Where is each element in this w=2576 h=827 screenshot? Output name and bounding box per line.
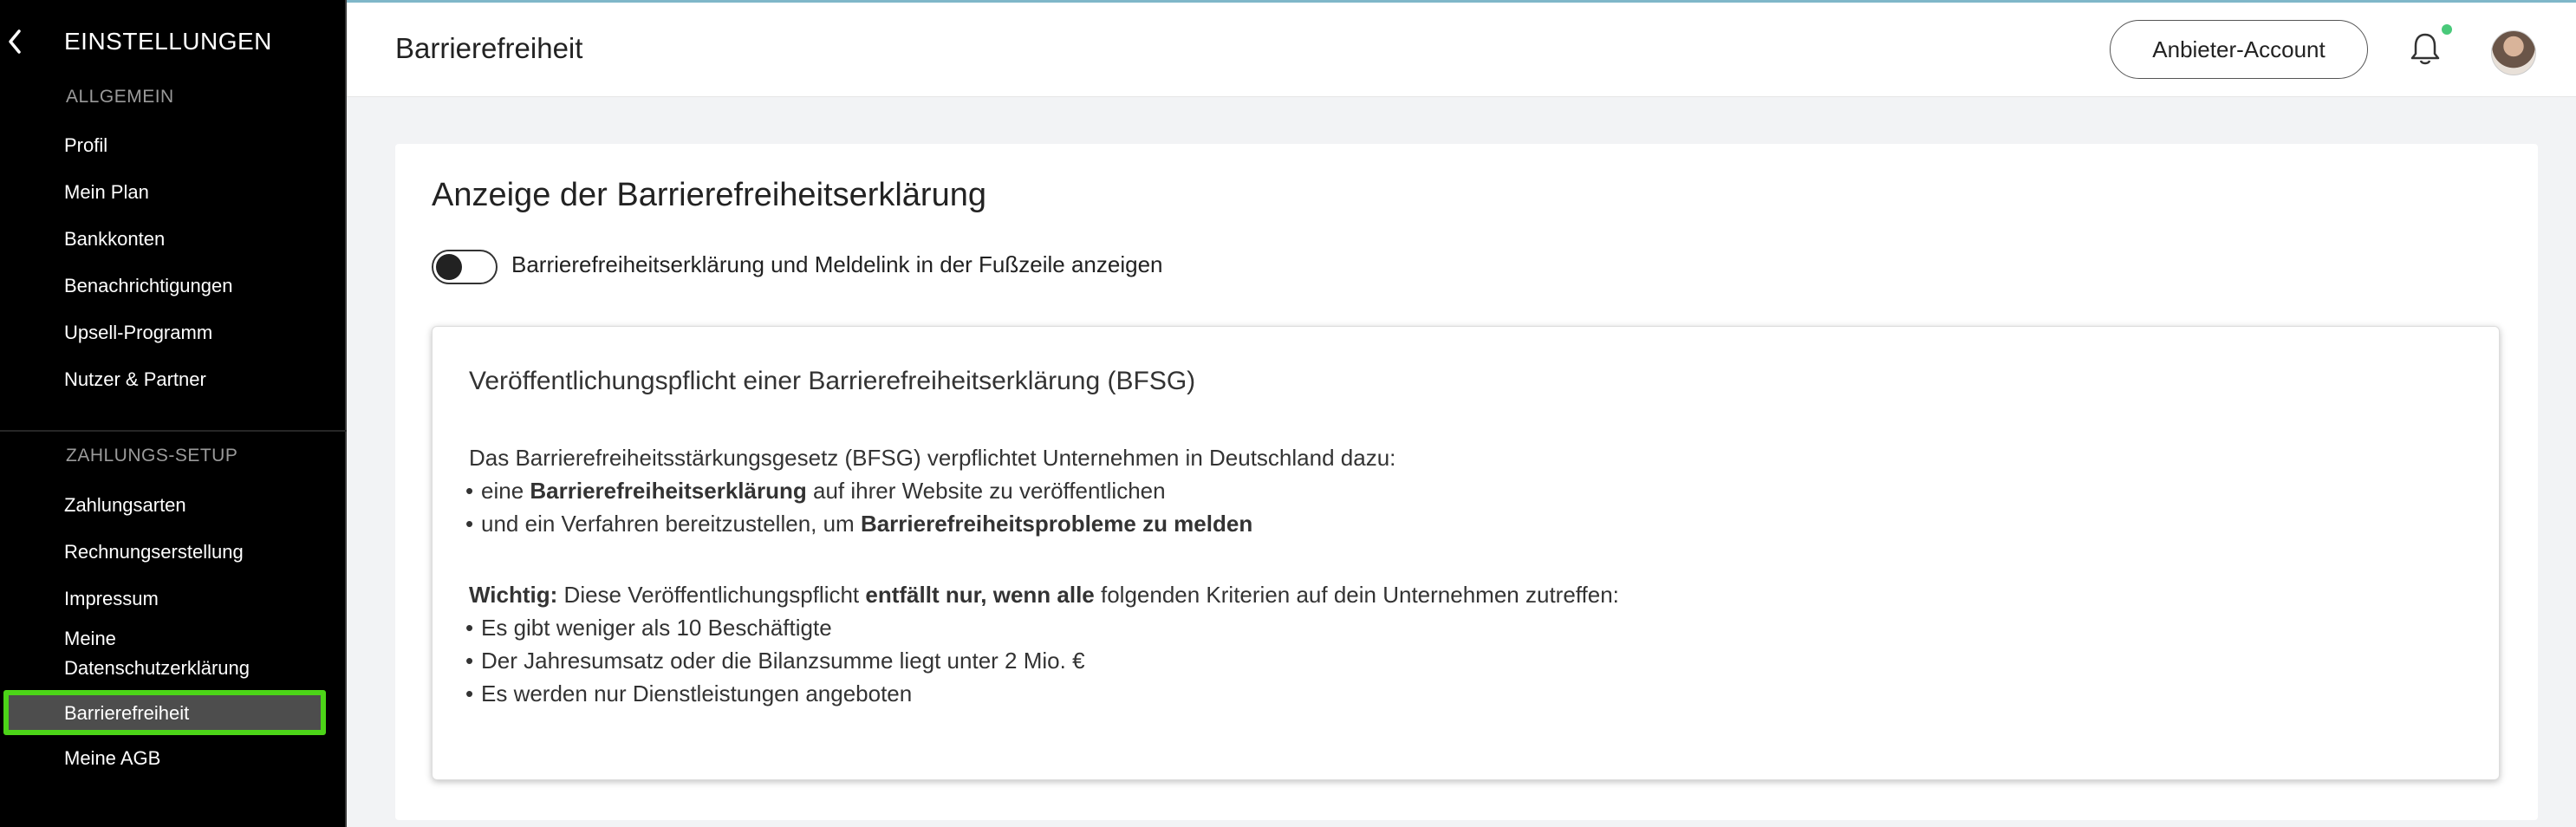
- info-intro: Das Barrierefreiheitsstärkungsgesetz (BF…: [469, 445, 1396, 471]
- sidebar-divider: [0, 430, 347, 432]
- user-avatar[interactable]: [2491, 30, 2536, 75]
- important-note: Wichtig: Diese Veröffentlichungspflicht …: [469, 582, 1619, 608]
- sidebar-header: EINSTELLUNGEN: [0, 19, 345, 64]
- sidebar-item-zahlungsarten[interactable]: Zahlungsarten: [64, 491, 186, 520]
- list-item: Der Jahresumsatz oder die Bilanzsumme li…: [465, 644, 1085, 677]
- sidebar-item-barrierefreiheit[interactable]: Barrierefreiheit: [3, 690, 326, 735]
- sidebar-item-mein-plan[interactable]: Mein Plan: [64, 178, 149, 207]
- notification-badge: [2442, 24, 2452, 35]
- toggle-knob: [436, 254, 462, 280]
- sidebar-item-bankkonten[interactable]: Bankkonten: [64, 225, 165, 254]
- bfsg-info-box: Veröffentlichungspflicht einer Barrieref…: [432, 326, 2500, 780]
- chevron-left-icon: [9, 29, 21, 54]
- sidebar-item-label: Barrierefreiheit: [64, 702, 190, 724]
- provider-account-button[interactable]: Anbieter-Account: [2110, 20, 2368, 79]
- notifications-button[interactable]: [2408, 30, 2443, 68]
- toggle-label: Barrierefreiheitserklärung und Meldelink…: [511, 251, 1163, 277]
- section-label-general: ALLGEMEIN: [66, 87, 174, 107]
- list-item: und ein Verfahren bereitzustellen, um Ba…: [465, 507, 1252, 540]
- back-button[interactable]: [3, 26, 29, 57]
- info-title: Veröffentlichungspflicht einer Barrieref…: [469, 367, 1196, 395]
- accessibility-settings-card: Anzeige der Barrierefreiheitserklärung B…: [395, 144, 2538, 820]
- settings-sidebar: EINSTELLUNGEN ALLGEMEIN Profil Mein Plan…: [0, 0, 347, 827]
- sidebar-item-upsell-programm[interactable]: Upsell-Programm: [64, 318, 212, 348]
- bell-icon: [2410, 33, 2440, 65]
- sidebar-item-nutzer-partner[interactable]: Nutzer & Partner: [64, 365, 206, 394]
- list-item: eine Barrierefreiheitserklärung auf ihre…: [465, 474, 1166, 507]
- list-item: Es werden nur Dienstleistungen angeboten: [465, 677, 912, 710]
- sidebar-item-meine-agb[interactable]: Meine AGB: [64, 744, 160, 773]
- sidebar-item-profil[interactable]: Profil: [64, 131, 107, 160]
- sidebar-item-label-line2: Datenschutzerklärung: [64, 657, 250, 679]
- list-item: Es gibt weniger als 10 Beschäftigte: [465, 611, 832, 644]
- sidebar-item-label-line1: Meine: [64, 628, 116, 649]
- sidebar-title: EINSTELLUNGEN: [64, 28, 272, 55]
- sidebar-item-datenschutzerklaerung[interactable]: Meine Datenschutzerklärung: [64, 624, 250, 683]
- sidebar-item-benachrichtigungen[interactable]: Benachrichtigungen: [64, 271, 232, 301]
- section-heading: Anzeige der Barrierefreiheitserklärung: [432, 177, 986, 213]
- page-title: Barrierefreiheit: [395, 32, 583, 64]
- sidebar-item-impressum[interactable]: Impressum: [64, 584, 159, 614]
- section-label-payment: ZAHLUNGS-SETUP: [66, 446, 238, 466]
- footer-accessibility-toggle[interactable]: [432, 250, 498, 284]
- sidebar-item-rechnungserstellung[interactable]: Rechnungserstellung: [64, 537, 244, 567]
- top-bar: Barrierefreiheit Anbieter-Account: [347, 0, 2576, 97]
